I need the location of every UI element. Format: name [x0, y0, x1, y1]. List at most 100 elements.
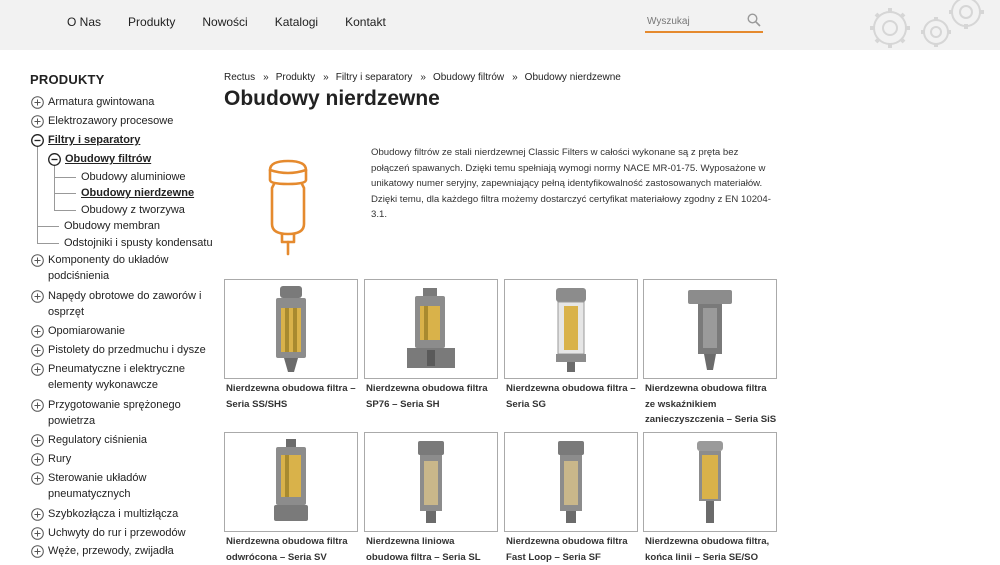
plus-circle-icon[interactable] [31, 363, 44, 376]
product-card[interactable]: Nierdzewna obudowa filtra odwrócona – Se… [224, 432, 358, 565]
product-title[interactable]: Nierdzewna obudowa filtra – Seria SG [504, 381, 644, 412]
product-title[interactable]: Nierdzewna obudowa filtra, końca linii –… [643, 534, 783, 565]
product-photo [401, 284, 461, 374]
sidebar-item-opomiarowanie[interactable]: Opomiarowanie [48, 323, 125, 339]
plus-circle-icon[interactable] [31, 472, 44, 485]
plus-circle-icon[interactable] [31, 96, 44, 109]
sidebar-item-regulatory[interactable]: Regulatory ciśnienia [48, 432, 147, 448]
product-title-line: Nierdzewna obudowa filtra [506, 534, 644, 550]
sidebar-item-napedy-obrotowe[interactable]: Napędy obrotowe do zaworów i osprzęt [48, 288, 201, 320]
nav-link-produkty[interactable]: Produkty [128, 15, 175, 29]
product-title-line: Nierdzewna obudowa filtra [645, 381, 783, 397]
sidebar-item-filtry-i-separatory[interactable]: Filtry i separatory [48, 132, 140, 148]
sidebar-item-pistolety[interactable]: Pistolety do przedmuchu i dysze [48, 342, 206, 358]
search-input[interactable] [645, 11, 743, 31]
plus-circle-icon[interactable] [31, 290, 44, 303]
nav-link-kontakt[interactable]: Kontakt [345, 15, 386, 29]
sidebar-item-weze[interactable]: Węże, przewody, zwijadła [48, 543, 174, 559]
product-title-line: odwrócona – Seria SV [226, 550, 364, 565]
nav-link-nowosci[interactable]: Nowości [202, 15, 247, 29]
breadcrumb-link[interactable]: Filtry i separatory [336, 72, 413, 83]
plus-circle-icon[interactable] [31, 434, 44, 447]
product-title-line: Seria SS/SHS [226, 397, 364, 413]
product-photo [680, 284, 740, 374]
sidebar-item-przygotowanie-powietrza[interactable]: Przygotowanie sprężonego powietrza [48, 397, 181, 429]
search-icon[interactable] [747, 13, 761, 27]
sidebar-item-label-line2: powietrza [48, 413, 181, 429]
breadcrumb-link[interactable]: Obudowy filtrów [433, 72, 504, 83]
tree-connector [54, 166, 55, 211]
product-title-line: SP76 – Seria SH [366, 397, 504, 413]
product-title-line: obudowa filtra – Seria SL [366, 550, 504, 565]
product-image[interactable] [643, 279, 777, 379]
sidebar-item-obudowy-z-tworzywa[interactable]: Obudowy z tworzywa [81, 202, 185, 218]
plus-circle-icon[interactable] [31, 453, 44, 466]
plus-circle-icon[interactable] [31, 399, 44, 412]
product-card[interactable]: Nierdzewna obudowa filtra SP76 – Seria S… [364, 279, 498, 412]
product-title-line: Nierdzewna liniowa [366, 534, 504, 550]
breadcrumb-link[interactable]: Produkty [276, 72, 315, 83]
product-image[interactable] [224, 279, 358, 379]
product-image[interactable] [643, 432, 777, 532]
sidebar-item-obudowy-filtrow[interactable]: Obudowy filtrów [65, 151, 151, 167]
sidebar-item-obudowy-aluminiowe[interactable]: Obudowy aluminiowe [81, 169, 186, 185]
nav-link-o-nas[interactable]: O Nas [67, 15, 101, 29]
product-photo [406, 437, 456, 527]
sidebar-item-label-line2: elementy wykonawcze [48, 377, 185, 393]
product-title-line: Nierdzewna obudowa filtra – [226, 381, 364, 397]
product-title[interactable]: Nierdzewna obudowa filtra odwrócona – Se… [224, 534, 364, 565]
product-image[interactable] [224, 432, 358, 532]
gears-icon [858, 0, 1000, 50]
product-card[interactable]: Nierdzewna obudowa filtra – Seria SG [504, 279, 638, 412]
minus-circle-icon[interactable] [48, 153, 61, 166]
sidebar-item-obudowy-nierdzewne[interactable]: Obudowy nierdzewne [81, 185, 194, 201]
sidebar-item-odstojniki-i-spusty[interactable]: Odstojniki i spusty kondensatu [64, 235, 213, 251]
plus-circle-icon[interactable] [31, 527, 44, 540]
product-image[interactable] [364, 279, 498, 379]
product-title-line: Seria SG [506, 397, 644, 413]
search-box [645, 11, 763, 33]
breadcrumb-link[interactable]: Rectus [224, 72, 255, 83]
product-photo [685, 437, 735, 527]
sidebar-item-armatura-gwintowana[interactable]: Armatura gwintowana [48, 94, 154, 110]
product-title[interactable]: Nierdzewna obudowa filtra SP76 – Seria S… [364, 381, 504, 412]
product-title[interactable]: Nierdzewna liniowa obudowa filtra – Seri… [364, 534, 504, 565]
product-title[interactable]: Nierdzewna obudowa filtra ze wskaźnikiem… [643, 381, 783, 428]
main-nav: O Nas Produkty Nowości Katalogi Kontakt [67, 15, 386, 29]
sidebar-item-sterowanie[interactable]: Sterowanie układów pneumatycznych [48, 470, 146, 502]
nav-link-katalogi[interactable]: Katalogi [275, 15, 318, 29]
plus-circle-icon[interactable] [31, 545, 44, 558]
sidebar-item-pneumatyczne-elektryczne[interactable]: Pneumatyczne i elektryczne elementy wyko… [48, 361, 185, 393]
sidebar-item-obudowy-membran[interactable]: Obudowy membran [64, 218, 160, 234]
plus-circle-icon[interactable] [31, 254, 44, 267]
plus-circle-icon[interactable] [31, 344, 44, 357]
product-photo [546, 284, 596, 374]
product-title[interactable]: Nierdzewna obudowa filtra – Seria SS/SHS [224, 381, 364, 412]
product-image[interactable] [504, 279, 638, 379]
product-card[interactable]: Nierdzewna obudowa filtra – Seria SS/SHS [224, 279, 358, 412]
sidebar-item-rury[interactable]: Rury [48, 451, 71, 467]
breadcrumb: Rectus»Produkty»Filtry i separatory»Obud… [224, 72, 625, 83]
product-card[interactable]: Nierdzewna obudowa filtra, końca linii –… [643, 432, 777, 565]
sidebar-item-uchwyty[interactable]: Uchwyty do rur i przewodów [48, 525, 186, 541]
product-title[interactable]: Nierdzewna obudowa filtra Fast Loop – Se… [504, 534, 644, 565]
sidebar-item-szybkozlacza[interactable]: Szybkozłącza i multizłącza [48, 506, 178, 522]
product-title-line: Nierdzewna obudowa filtra, [645, 534, 783, 550]
page-title: Obudowy nierdzewne [224, 87, 440, 111]
sidebar-item-label-line2: osprzęt [48, 304, 201, 320]
sidebar-item-elektrozawory-procesowe[interactable]: Elektrozawory procesowe [48, 113, 173, 129]
tree-connector [54, 177, 76, 178]
product-title-line: Nierdzewna obudowa filtra [366, 381, 504, 397]
product-photo [266, 437, 316, 527]
plus-circle-icon[interactable] [31, 508, 44, 521]
product-title-line: końca linii – Seria SE/SO [645, 550, 783, 565]
minus-circle-icon[interactable] [31, 134, 44, 147]
product-card[interactable]: Nierdzewna obudowa filtra ze wskaźnikiem… [643, 279, 777, 428]
plus-circle-icon[interactable] [31, 325, 44, 338]
plus-circle-icon[interactable] [31, 115, 44, 128]
product-card[interactable]: Nierdzewna obudowa filtra Fast Loop – Se… [504, 432, 638, 565]
product-card[interactable]: Nierdzewna liniowa obudowa filtra – Seri… [364, 432, 498, 565]
sidebar-item-komponenty-podcisnienia[interactable]: Komponenty do układów podciśnienia [48, 252, 168, 284]
product-image[interactable] [504, 432, 638, 532]
product-image[interactable] [364, 432, 498, 532]
